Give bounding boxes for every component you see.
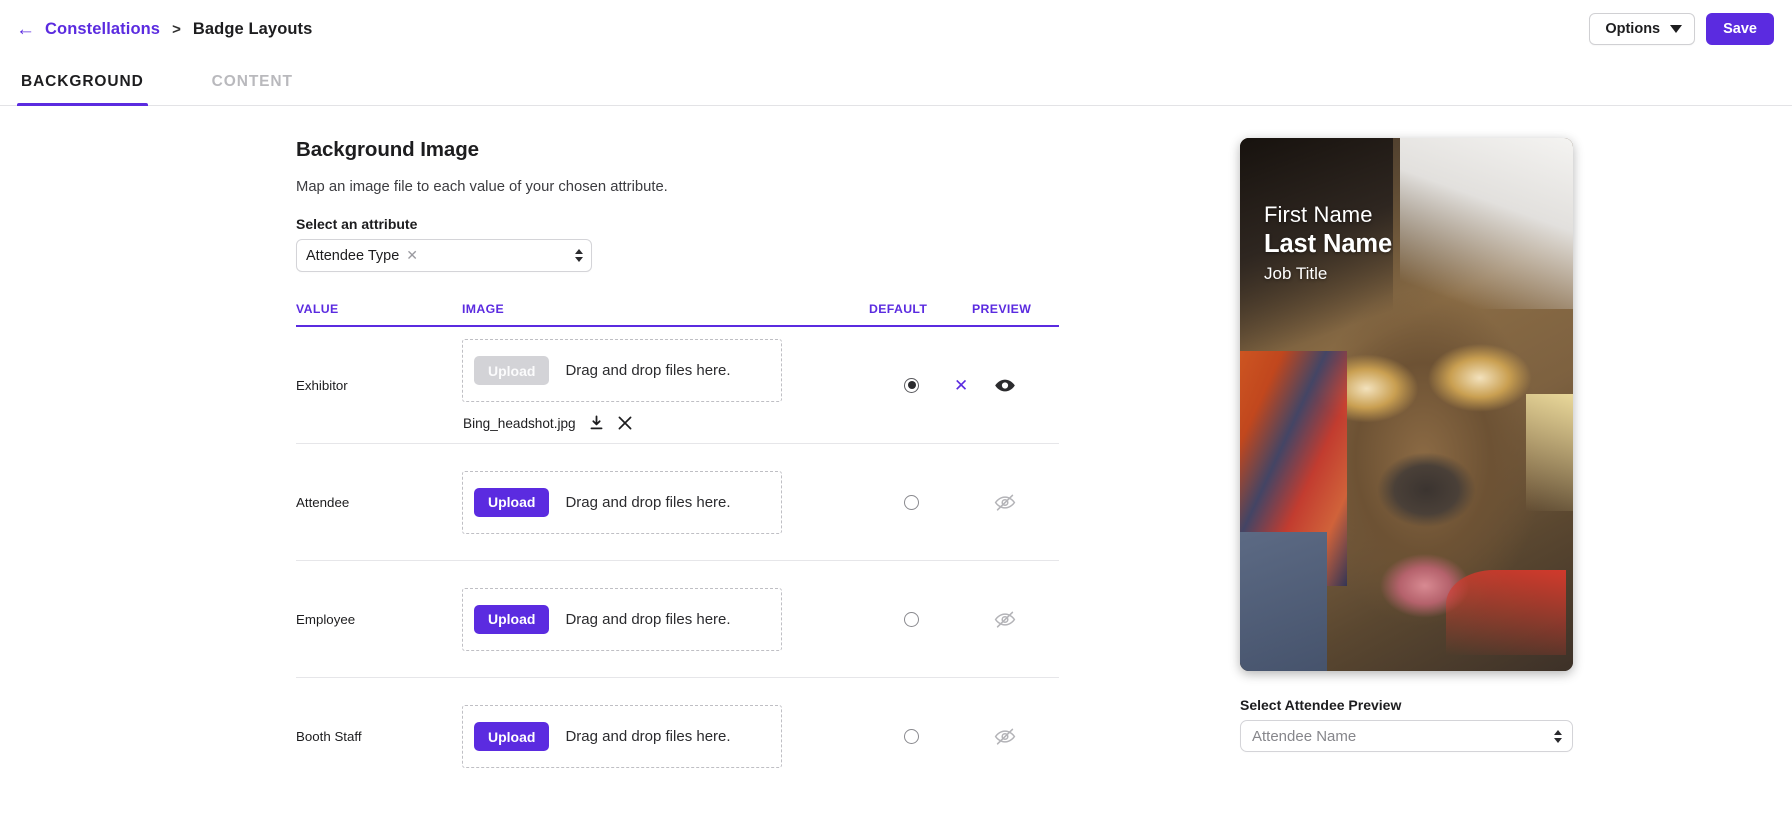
arrow-left-icon[interactable]: ← (16, 20, 35, 39)
row-default-cell (869, 494, 972, 510)
caret-down-icon (1670, 25, 1683, 33)
upload-button[interactable]: Upload (474, 604, 550, 634)
dropzone-label: Drag and drop files here. (565, 728, 731, 745)
badge-background-detail (1446, 569, 1567, 656)
default-radio[interactable] (904, 729, 919, 744)
attribute-chip-remove-icon[interactable]: ✕ (406, 247, 418, 264)
page-body: Background Image Map an image file to ea… (0, 106, 1792, 795)
main-column: Background Image Map an image file to ea… (0, 138, 1120, 795)
default-radio[interactable] (904, 377, 919, 393)
page-title: Background Image (296, 138, 479, 161)
row-image-cell: Upload Drag and drop files here. (462, 587, 869, 651)
badge-preview-card: First Name Last Name Job Title (1240, 138, 1573, 671)
row-default-cell (869, 611, 972, 627)
badge-text-block: First Name Last Name Job Title (1264, 202, 1392, 284)
breadcrumb-link-constellations[interactable]: Constellations (45, 20, 160, 39)
row-value-label: Booth Staff (296, 729, 362, 744)
upload-button[interactable]: Upload (474, 722, 550, 751)
dropzone-label: Drag and drop files here. (565, 610, 731, 628)
dropzone-label: Drag and drop files here. (565, 362, 731, 379)
dropzone[interactable]: Upload Drag and drop files here. (462, 470, 782, 534)
row-default-cell (869, 729, 972, 744)
table-header-row: VALUE IMAGE DEFAULT PREVIEW (296, 302, 1059, 327)
badge-background-detail (1399, 138, 1573, 309)
dropzone[interactable]: Upload Drag and drop files here. (462, 705, 782, 768)
eye-off-icon (994, 728, 1016, 745)
attribute-chip-label: Attendee Type (306, 247, 400, 264)
attendee-preview-select[interactable]: Attendee Name (1240, 720, 1573, 752)
eye-off-icon (994, 494, 1016, 511)
row-preview-cell (972, 494, 1059, 511)
column-header-value: VALUE (296, 302, 339, 316)
attribute-select[interactable]: Attendee Type ✕ (296, 239, 592, 272)
row-value-label: Employee (296, 611, 356, 627)
column-header-default: DEFAULT (869, 302, 928, 316)
badge-first-name: First Name (1264, 202, 1373, 227)
breadcrumb-current-badge-layouts: Badge Layouts (192, 19, 313, 38)
row-preview-cell (972, 728, 1059, 745)
options-button-label: Options (1605, 21, 1661, 37)
attendee-preview-value: Attendee Name (1252, 727, 1357, 745)
column-header-image: IMAGE (462, 302, 505, 316)
row-image-cell: Upload Drag and drop files here. (462, 705, 869, 768)
badge-background-detail (1240, 532, 1327, 671)
uploaded-file-name: Bing_headshot.jpg (463, 415, 576, 431)
default-radio[interactable] (904, 494, 919, 510)
options-button[interactable]: Options (1589, 13, 1696, 45)
remove-file-icon[interactable] (617, 415, 633, 431)
upload-button[interactable]: Upload (474, 487, 550, 517)
breadcrumb: ← Constellations > Badge Layouts (16, 20, 312, 39)
row-value-label: Exhibitor (296, 377, 348, 393)
row-preview-cell (972, 611, 1059, 628)
uploaded-file-row: Bing_headshot.jpg (462, 415, 869, 431)
top-bar: ← Constellations > Badge Layouts Options… (0, 0, 1792, 58)
stepper-updown-icon[interactable] (1554, 729, 1562, 743)
tab-bar: BACKGROUND CONTENT (0, 58, 1792, 106)
dropzone[interactable]: Upload Drag and drop files here. (462, 587, 782, 651)
page-subtitle: Map an image file to each value of your … (296, 179, 668, 195)
table-row: Exhibitor Upload Drag and drop files her… (296, 327, 1059, 444)
tab-content-label: CONTENT (211, 72, 293, 90)
attribute-field-label: Select an attribute (296, 216, 418, 232)
row-image-cell: Upload Drag and drop files here. (462, 470, 869, 534)
save-button[interactable]: Save (1706, 13, 1774, 45)
column-header-preview: PREVIEW (972, 302, 1032, 316)
tab-background-label: BACKGROUND (21, 72, 144, 90)
top-bar-actions: Options Save (1589, 13, 1774, 45)
default-radio[interactable] (904, 611, 919, 627)
clear-default-icon[interactable]: ✕ (954, 377, 968, 394)
preview-column: First Name Last Name Job Title Select At… (1120, 138, 1792, 795)
dropzone-label: Drag and drop files here. (565, 493, 731, 511)
row-image-cell: Upload Drag and drop files here. Bing_he… (462, 339, 869, 431)
eye-icon[interactable] (994, 378, 1016, 393)
row-value-label: Attendee (296, 494, 350, 510)
upload-button: Upload (474, 356, 550, 385)
tab-content[interactable]: CONTENT (208, 58, 297, 105)
tab-background[interactable]: BACKGROUND (17, 58, 148, 106)
download-icon[interactable] (589, 415, 604, 431)
dropzone[interactable]: Upload Drag and drop files here. (462, 339, 782, 402)
eye-off-icon (994, 611, 1016, 628)
breadcrumb-separator: > (172, 20, 181, 38)
stepper-updown-icon[interactable] (575, 249, 583, 262)
table-row: Employee Upload Drag and drop files here… (296, 561, 1059, 678)
badge-job-title: Job Title (1264, 264, 1328, 283)
row-preview-cell (972, 378, 1059, 393)
attribute-chip: Attendee Type ✕ (303, 245, 421, 266)
table-row: Attendee Upload Drag and drop files here… (296, 444, 1059, 561)
badge-background-detail (1526, 393, 1573, 512)
badge-last-name: Last Name (1264, 230, 1393, 258)
table-row: Booth Staff Upload Drag and drop files h… (296, 678, 1059, 795)
row-default-cell: ✕ (869, 377, 972, 394)
attendee-preview-label: Select Attendee Preview (1240, 697, 1402, 713)
value-image-table: VALUE IMAGE DEFAULT PREVIEW Exhibitor Up… (296, 302, 1059, 795)
